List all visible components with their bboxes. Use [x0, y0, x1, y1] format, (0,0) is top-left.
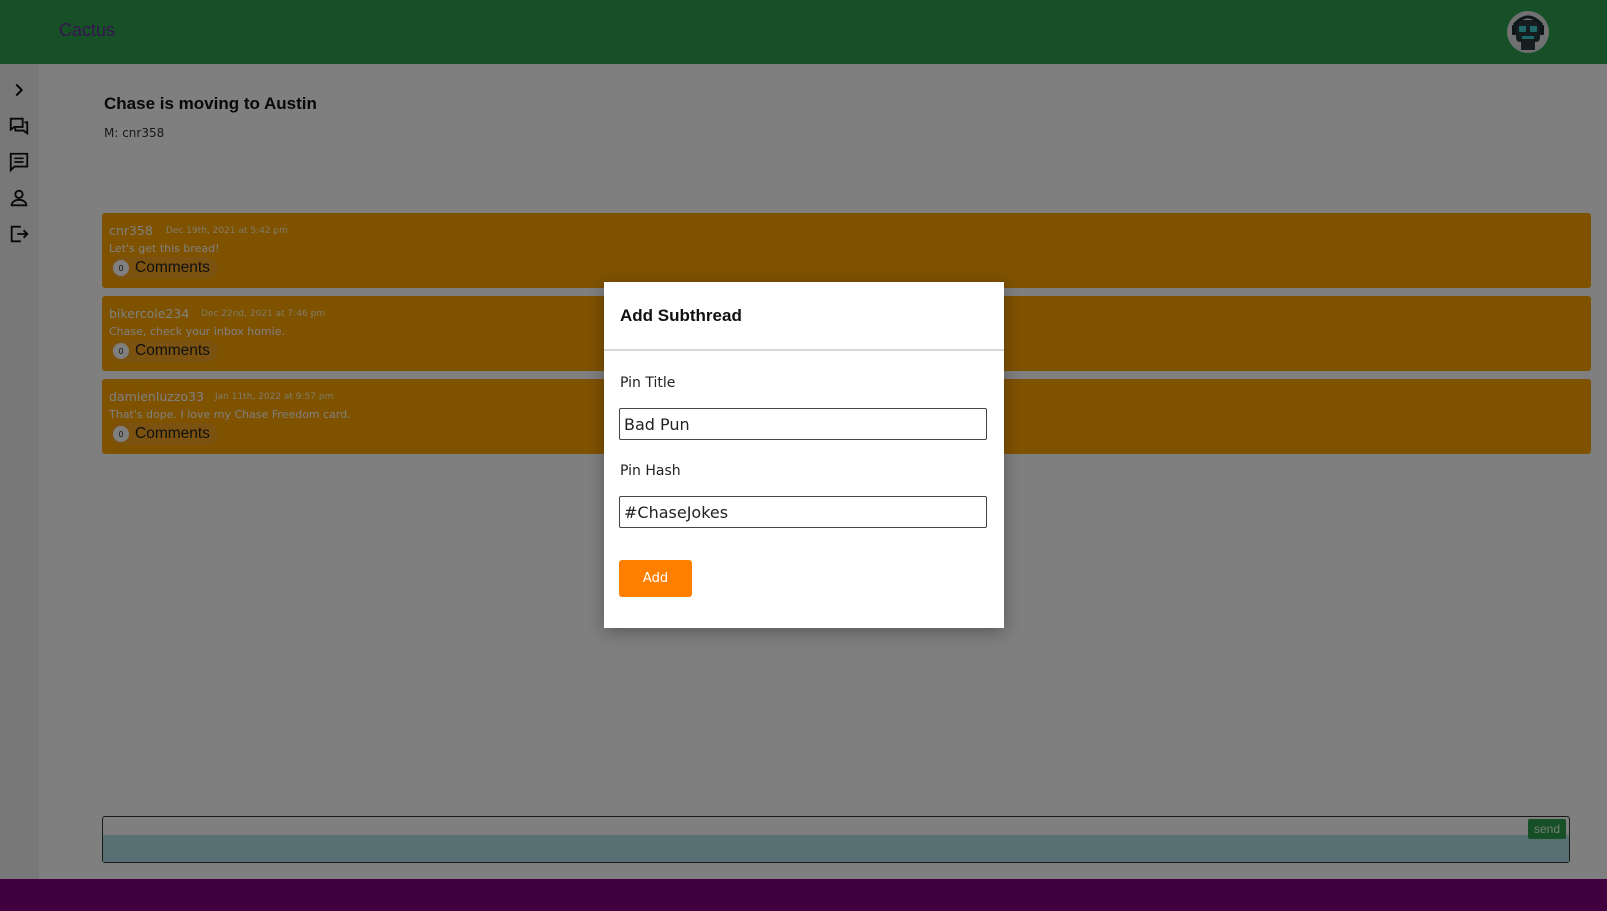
pin-title-label: Pin Title [620, 375, 676, 391]
pin-hash-input[interactable] [619, 496, 987, 528]
dialog-title: Add Subthread [620, 306, 742, 325]
add-subthread-dialog: Add Subthread Pin Title Pin Hash Add [604, 282, 1004, 628]
pin-hash-label: Pin Hash [620, 463, 681, 479]
add-button[interactable]: Add [619, 560, 692, 597]
pin-title-input[interactable] [619, 408, 987, 440]
dialog-divider [604, 349, 1004, 351]
